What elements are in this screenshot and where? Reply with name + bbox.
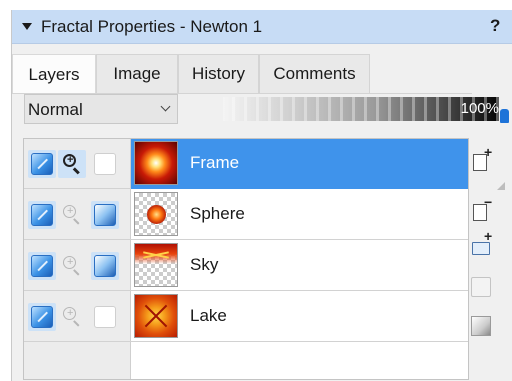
tab-history[interactable]: History bbox=[178, 54, 259, 93]
resize-corner-icon bbox=[497, 182, 505, 190]
help-button[interactable]: ? bbox=[490, 16, 500, 36]
visibility-toggle-icon[interactable] bbox=[31, 153, 53, 175]
layer-thumbnail bbox=[134, 243, 178, 287]
panel-title: Fractal Properties - Newton 1 bbox=[41, 17, 263, 36]
layer-name: Sky bbox=[190, 255, 219, 274]
plus-icon: + bbox=[484, 144, 493, 160]
mask-toggle-icon[interactable] bbox=[94, 306, 116, 328]
zoom-icon[interactable]: + bbox=[61, 153, 83, 175]
layer-thumbnail bbox=[134, 192, 178, 236]
tab-image[interactable]: Image bbox=[96, 54, 178, 93]
opacity-slider-thumb[interactable] bbox=[500, 109, 509, 123]
visibility-toggle-icon[interactable] bbox=[31, 204, 53, 226]
layers-list: + Frame + Sphere + Sky + Lake bbox=[23, 138, 469, 380]
blank-box-icon bbox=[471, 277, 491, 297]
layer-name: Sphere bbox=[190, 204, 245, 223]
add-group-button[interactable]: + bbox=[470, 228, 492, 258]
layer-name: Frame bbox=[190, 153, 240, 172]
layer-thumbnail bbox=[134, 294, 178, 338]
add-layer-button[interactable]: + bbox=[470, 144, 492, 174]
blank-layer-button[interactable] bbox=[470, 276, 492, 298]
plus-icon: + bbox=[484, 228, 493, 244]
layer-row-empty bbox=[24, 343, 468, 379]
layer-name-cell[interactable]: Lake bbox=[131, 292, 468, 342]
gradient-box-icon bbox=[471, 316, 491, 336]
visibility-toggle-icon[interactable] bbox=[31, 306, 53, 328]
layer-name-cell[interactable]: Frame bbox=[131, 139, 468, 189]
collapse-triangle-icon[interactable] bbox=[22, 23, 32, 30]
zoom-icon[interactable]: + bbox=[61, 306, 83, 328]
mask-toggle-icon[interactable] bbox=[94, 153, 116, 175]
zoom-icon[interactable]: + bbox=[61, 255, 83, 277]
layer-name-cell[interactable]: Sky bbox=[131, 241, 468, 291]
blend-mode-value: Normal bbox=[28, 100, 83, 119]
mask-toggle-icon[interactable] bbox=[94, 255, 116, 277]
layer-name-cell[interactable]: Sphere bbox=[131, 190, 468, 240]
opacity-slider[interactable]: 100% bbox=[223, 97, 499, 121]
fractal-properties-panel: Fractal Properties - Newton 1 ? Layers I… bbox=[11, 10, 512, 381]
layer-thumbnail bbox=[134, 141, 178, 185]
title-bar[interactable]: Fractal Properties - Newton 1 ? bbox=[12, 10, 512, 44]
layer-row-lake[interactable]: + Lake bbox=[24, 292, 468, 342]
minus-icon: − bbox=[484, 194, 493, 210]
tab-comments[interactable]: Comments bbox=[259, 54, 370, 93]
layer-row-sphere[interactable]: + Sphere bbox=[24, 190, 468, 240]
gradient-layer-button[interactable] bbox=[470, 315, 492, 337]
opacity-value: 100% bbox=[460, 100, 499, 117]
mask-toggle-icon[interactable] bbox=[94, 204, 116, 226]
layer-row-sky[interactable]: + Sky bbox=[24, 241, 468, 291]
blend-mode-dropdown[interactable]: Normal bbox=[24, 94, 178, 124]
delete-layer-button[interactable]: − bbox=[470, 194, 492, 224]
zoom-icon[interactable]: + bbox=[61, 204, 83, 226]
chevron-down-icon bbox=[160, 101, 171, 112]
layer-name: Lake bbox=[190, 306, 227, 325]
visibility-toggle-icon[interactable] bbox=[31, 255, 53, 277]
layer-row-frame[interactable]: + Frame bbox=[24, 139, 468, 189]
tab-layers[interactable]: Layers bbox=[12, 54, 96, 94]
